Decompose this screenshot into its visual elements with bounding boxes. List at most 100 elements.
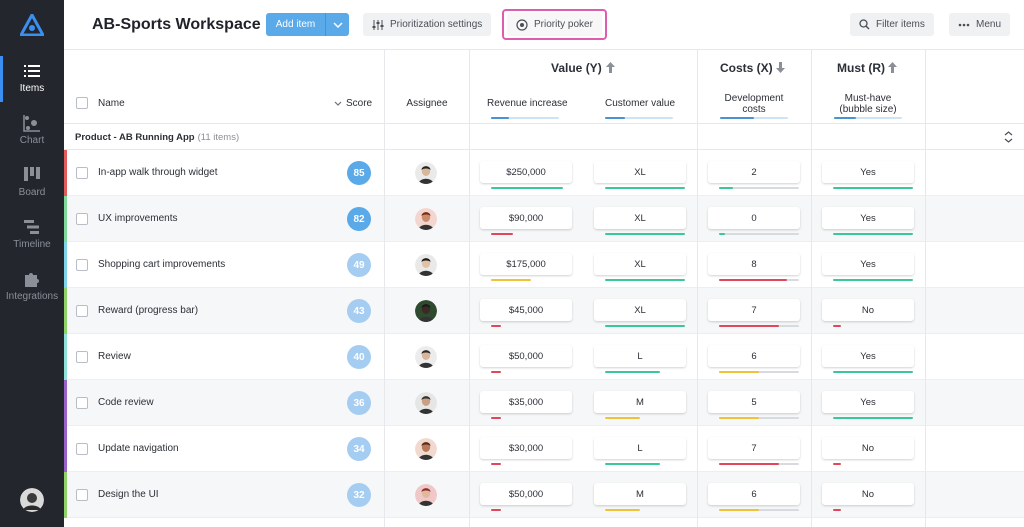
revenue-input[interactable]: $50,000 — [480, 345, 572, 367]
revenue-indicator-bar — [491, 463, 501, 465]
dev-costs-input[interactable]: 0 — [708, 207, 800, 229]
sidebar-item-timeline[interactable]: Timeline — [0, 218, 64, 268]
row-checkbox[interactable] — [76, 213, 88, 225]
table-row[interactable]: Review 40 $50,000 L 6 Yes — [64, 334, 1024, 380]
row-checkbox[interactable] — [76, 259, 88, 271]
customer-value-select[interactable]: XL — [594, 253, 686, 275]
must-have-select[interactable]: Yes — [822, 207, 914, 229]
assignee-avatar[interactable] — [415, 484, 437, 506]
dev-costs-input[interactable]: 6 — [708, 345, 800, 367]
product-group-row[interactable]: Product - AB Running App (11 items) — [64, 124, 1024, 150]
item-name[interactable]: Reward (progress bar) — [98, 305, 198, 316]
add-item-button[interactable]: Add item — [266, 13, 349, 36]
revenue-input[interactable]: $175,000 — [480, 253, 572, 275]
customer-value-select[interactable]: M — [594, 391, 686, 413]
customer-value-select[interactable]: XL — [594, 161, 686, 183]
assignee-avatar[interactable] — [415, 392, 437, 414]
dev-costs-input[interactable]: 8 — [708, 253, 800, 275]
collapse-chevrons-icon[interactable] — [1004, 131, 1013, 143]
customer-value-select[interactable]: M — [594, 483, 686, 505]
col-must-header-line1: Must-have — [844, 93, 892, 104]
col-customer-header[interactable]: Customer value — [605, 98, 675, 109]
col-dev-header[interactable]: Development costs — [698, 93, 810, 115]
assignee-avatar[interactable] — [415, 346, 437, 368]
menu-button[interactable]: Menu — [949, 13, 1011, 36]
sort-chevron-icon[interactable] — [334, 101, 342, 106]
assignee-avatar[interactable] — [415, 208, 437, 230]
col-score-header[interactable]: Score — [346, 98, 372, 109]
filter-items-button[interactable]: Filter items — [850, 13, 934, 36]
table-row[interactable]: Code review 36 $35,000 M 5 Yes — [64, 380, 1024, 426]
customer-value-select[interactable]: XL — [594, 207, 686, 229]
must-have-select[interactable]: No — [822, 437, 914, 459]
item-name[interactable]: Review — [98, 351, 131, 362]
add-item-dropdown[interactable] — [325, 13, 349, 36]
table-row[interactable]: In-app walk through widget 85 $250,000 X… — [64, 150, 1024, 196]
app-logo-icon[interactable] — [20, 14, 44, 36]
priority-poker-button[interactable]: Priority poker — [507, 13, 602, 36]
row-color-stripe — [64, 334, 67, 380]
revenue-input[interactable]: $45,000 — [480, 299, 572, 321]
item-name[interactable]: Design the UI — [98, 489, 159, 500]
assignee-avatar[interactable] — [415, 162, 437, 184]
dev-costs-input[interactable]: 6 — [708, 483, 800, 505]
row-checkbox[interactable] — [76, 305, 88, 317]
table-row[interactable]: Design the UI 32 $50,000 M 6 No — [64, 472, 1024, 518]
row-checkbox[interactable] — [76, 167, 88, 179]
sidebar-item-board[interactable]: Board — [0, 166, 64, 216]
row-checkbox[interactable] — [76, 443, 88, 455]
table-row[interactable]: Reward (progress bar) 43 $45,000 XL 7 No — [64, 288, 1024, 334]
dev-costs-input[interactable]: 7 — [708, 299, 800, 321]
dev-costs-input[interactable]: 5 — [708, 391, 800, 413]
customer-indicator-bar — [605, 417, 640, 419]
col-revenue-header[interactable]: Revenue increase — [487, 98, 568, 109]
must-have-select[interactable]: No — [822, 483, 914, 505]
dev-costs-input[interactable]: 7 — [708, 437, 800, 459]
product-group-count: (11 items) — [197, 132, 240, 143]
item-name[interactable]: Update navigation — [98, 443, 179, 454]
col-assignee-header[interactable]: Assignee — [385, 98, 469, 109]
col-name-header[interactable]: Name — [98, 98, 125, 109]
sidebar-item-chart[interactable]: Chart — [0, 114, 64, 164]
col-must-header[interactable]: Must-have (bubble size) — [812, 93, 924, 115]
select-all-checkbox[interactable] — [76, 97, 88, 109]
dev-costs-input[interactable]: 2 — [708, 161, 800, 183]
customer-value-select[interactable]: XL — [594, 299, 686, 321]
row-color-stripe — [64, 380, 67, 426]
revenue-indicator-bar — [491, 325, 501, 327]
assignee-avatar[interactable] — [415, 300, 437, 322]
item-name[interactable]: UX improvements — [98, 213, 177, 224]
filter-items-label: Filter items — [876, 19, 925, 30]
score-badge: 85 — [347, 161, 371, 185]
customer-value-select[interactable]: L — [594, 345, 686, 367]
assignee-avatar[interactable] — [415, 254, 437, 276]
table-row[interactable]: Shopping cart improvements 49 $175,000 X… — [64, 242, 1024, 288]
customer-value-select[interactable]: L — [594, 437, 686, 459]
value-group-header[interactable]: Value (Y) — [551, 61, 602, 75]
must-have-select[interactable]: No — [822, 299, 914, 321]
item-name[interactable]: Shopping cart improvements — [98, 259, 225, 270]
row-checkbox[interactable] — [76, 351, 88, 363]
revenue-input[interactable]: $50,000 — [480, 483, 572, 505]
row-checkbox[interactable] — [76, 397, 88, 409]
costs-group-header[interactable]: Costs (X) — [720, 61, 773, 75]
revenue-input[interactable]: $35,000 — [480, 391, 572, 413]
must-group-header[interactable]: Must (R) — [837, 61, 885, 75]
table-row[interactable]: UX improvements 82 $90,000 XL 0 Yes — [64, 196, 1024, 242]
prioritization-settings-button[interactable]: Prioritization settings — [363, 13, 492, 36]
must-have-select[interactable]: Yes — [822, 391, 914, 413]
revenue-input[interactable]: $30,000 — [480, 437, 572, 459]
revenue-input[interactable]: $250,000 — [480, 161, 572, 183]
row-checkbox[interactable] — [76, 489, 88, 501]
item-name[interactable]: In-app walk through widget — [98, 167, 218, 178]
sidebar-item-integrations[interactable]: Integrations — [0, 270, 64, 320]
must-have-select[interactable]: Yes — [822, 161, 914, 183]
user-avatar[interactable] — [20, 488, 44, 512]
must-have-select[interactable]: Yes — [822, 253, 914, 275]
must-have-select[interactable]: Yes — [822, 345, 914, 367]
item-name[interactable]: Code review — [98, 397, 154, 408]
revenue-input[interactable]: $90,000 — [480, 207, 572, 229]
assignee-avatar[interactable] — [415, 438, 437, 460]
sidebar-item-items[interactable]: Items — [0, 56, 64, 112]
table-row[interactable]: Update navigation 34 $30,000 L 7 No — [64, 426, 1024, 472]
